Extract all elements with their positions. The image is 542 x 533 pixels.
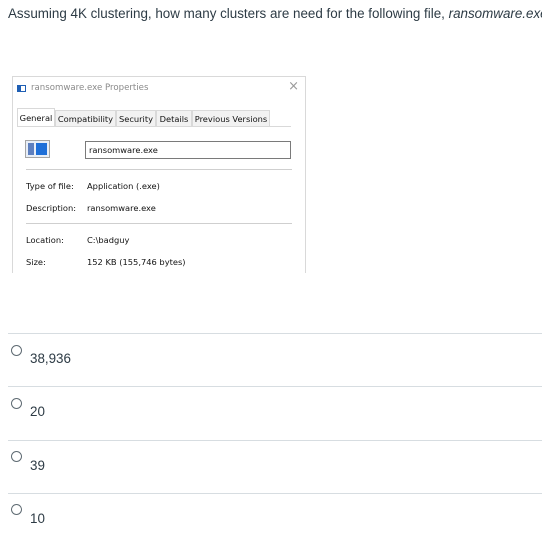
size-value: 152 KB (155,746 bytes)	[87, 257, 186, 267]
size-label: Size:	[26, 257, 46, 267]
answer-radio-4[interactable]	[11, 504, 22, 515]
location-value: C:\badguy	[87, 235, 130, 245]
question-filename: ransomware.exe?	[448, 6, 542, 21]
exe-file-icon	[25, 140, 50, 158]
description-label: Description:	[26, 203, 77, 213]
answer-radio-3[interactable]	[11, 451, 22, 462]
choice-divider	[8, 440, 542, 441]
answer-radio-2[interactable]	[11, 398, 22, 409]
choice-divider	[8, 386, 542, 387]
properties-dialog-image: ransomware.exe Properties × General Comp…	[12, 76, 306, 273]
choice-divider	[8, 493, 542, 494]
divider	[26, 169, 292, 170]
location-label: Location:	[26, 235, 64, 245]
answer-label-2: 20	[30, 404, 45, 419]
answer-label-4: 10	[30, 511, 45, 526]
description-value: ransomware.exe	[87, 203, 156, 213]
tab-details: Details	[156, 110, 192, 126]
tab-security: Security	[116, 110, 156, 126]
answer-label-3: 39	[30, 458, 45, 473]
close-icon: ×	[288, 79, 299, 94]
question-prompt: Assuming 4K clustering, how many cluster…	[8, 6, 449, 21]
dialog-titlebar: ransomware.exe Properties ×	[13, 77, 305, 101]
answer-label-1: 38,936	[30, 351, 71, 366]
type-label: Type of file:	[26, 181, 74, 191]
tab-divider	[17, 126, 291, 127]
type-value: Application (.exe)	[87, 181, 160, 191]
dialog-title: ransomware.exe Properties	[31, 83, 149, 93]
question-text: Assuming 4K clustering, how many cluster…	[8, 5, 542, 22]
answer-radio-1[interactable]	[11, 345, 22, 356]
window-icon	[17, 85, 26, 92]
tab-previous-versions: Previous Versions	[192, 110, 270, 126]
divider	[26, 223, 292, 224]
tab-general: General	[17, 108, 55, 127]
tab-compatibility: Compatibility	[55, 110, 116, 126]
choice-divider	[8, 333, 542, 334]
filename-field: ransomware.exe	[85, 141, 291, 159]
